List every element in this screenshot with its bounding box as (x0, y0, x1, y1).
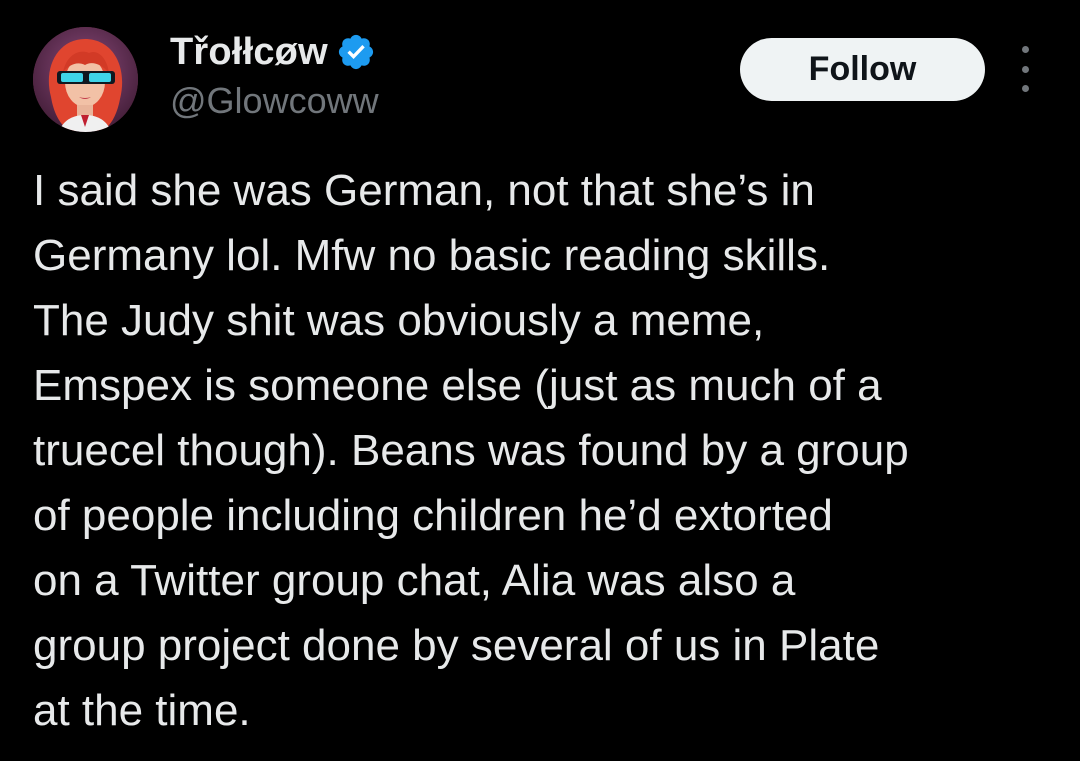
tweet-text-line: of people including children he’d extort… (33, 491, 833, 540)
avatar-image (33, 27, 138, 132)
author-display-name[interactable]: Třołłcøw (170, 31, 328, 74)
tweet-text-line: on a Twitter group chat, Alia was also a (33, 556, 796, 605)
tweet-text-line: Emspex is someone else (just as much of … (33, 361, 882, 410)
author-handle[interactable]: @Glowcoww (170, 80, 379, 122)
follow-button[interactable]: Follow (740, 38, 985, 101)
tweet-text-line: truecel though). Beans was found by a gr… (33, 426, 909, 475)
tweet-text-line: at the time. (33, 686, 251, 735)
more-dot (1021, 46, 1029, 53)
more-options-icon[interactable] (1010, 46, 1040, 92)
tweet-text-line: Germany lol. Mfw no basic reading skills… (33, 231, 831, 280)
more-dot (1021, 85, 1029, 92)
tweet-text: I said she was German, not that she’s in… (33, 158, 1063, 743)
author-name-row: Třołłcøw (170, 30, 376, 74)
tweet-text-line: group project done by several of us in P… (33, 621, 880, 670)
tweet-card: Třołłcøw @Glowcoww Follow I said she was… (0, 0, 1080, 761)
tweet-text-line: I said she was German, not that she’s in (33, 166, 815, 215)
verified-badge-icon (336, 32, 376, 72)
avatar[interactable] (33, 27, 138, 132)
more-dot (1021, 65, 1029, 73)
tweet-text-line: The Judy shit was obviously a meme, (33, 296, 765, 345)
